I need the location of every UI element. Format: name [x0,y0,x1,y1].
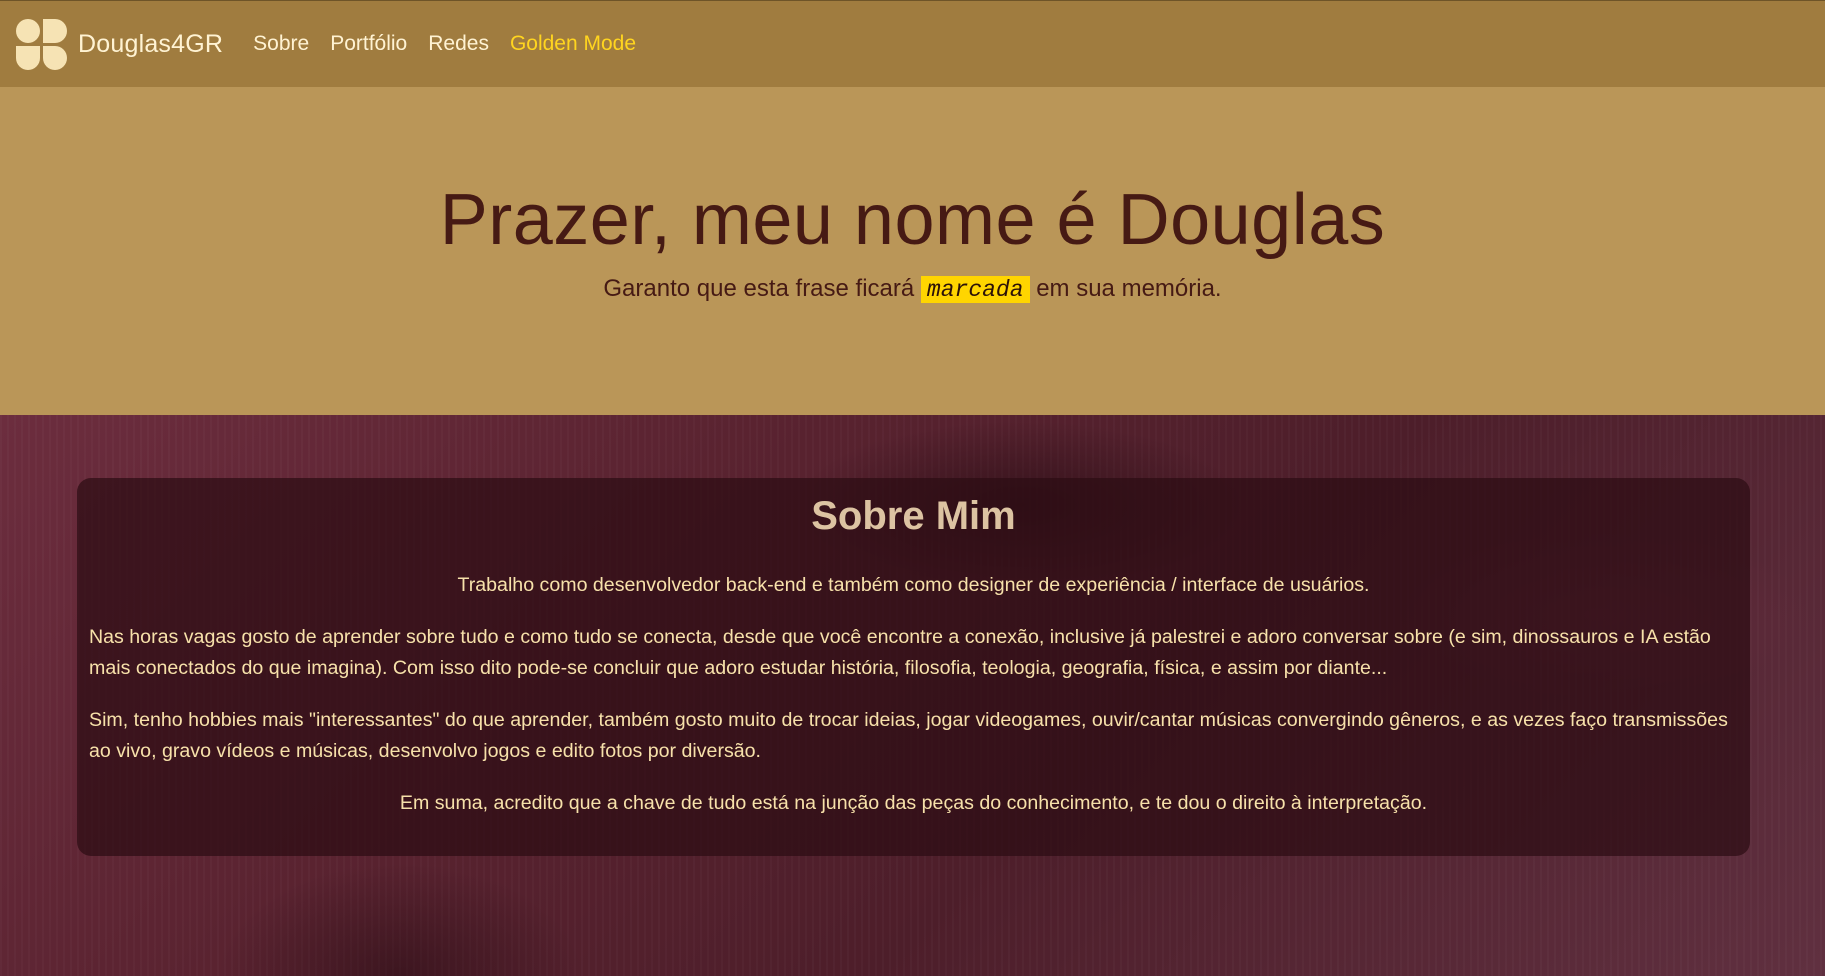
about-card: Sobre Mim Trabalho como desenvolvedor ba… [77,478,1750,856]
hero-section: Prazer, meu nome é Douglas Garanto que e… [0,87,1825,415]
hero-subtitle-start: Garanto que esta frase ficará [603,275,915,302]
hero-subtitle: Garanto que esta frase ficará marcada em… [0,275,1825,303]
about-title: Sobre Mim [811,494,1016,538]
nav-link-sobre[interactable]: Sobre [253,32,309,56]
brand-logo-icon [16,19,67,70]
hero-title: Prazer, meu nome é Douglas [439,180,1386,260]
about-paragraph-1: Trabalho como desenvolvedor back-end e t… [457,574,1370,596]
nav-link-portfolio[interactable]: Portfólio [330,32,407,56]
brand-name: Douglas4GR [78,29,224,58]
about-paragraph-3: Sim, tenho hobbies mais "interessantes" … [89,709,1728,762]
nav-link-redes[interactable]: Redes [428,32,489,56]
nav-links: Sobre Portfólio Redes Golden Mode [253,32,657,56]
brand-link[interactable]: Douglas4GR [16,19,224,70]
navbar: Douglas4GR Sobre Portfólio Redes Golden … [0,0,1825,87]
highlighted-word: marcada [920,276,1030,303]
about-paragraph-4: Em suma, acredito que a chave de tudo es… [399,792,1428,814]
hero-subtitle-end: em sua memória. [1036,275,1222,302]
nav-link-golden-mode[interactable]: Golden Mode [510,32,636,56]
about-paragraph-2: Nas horas vagas gosto de aprender sobre … [89,626,1711,679]
